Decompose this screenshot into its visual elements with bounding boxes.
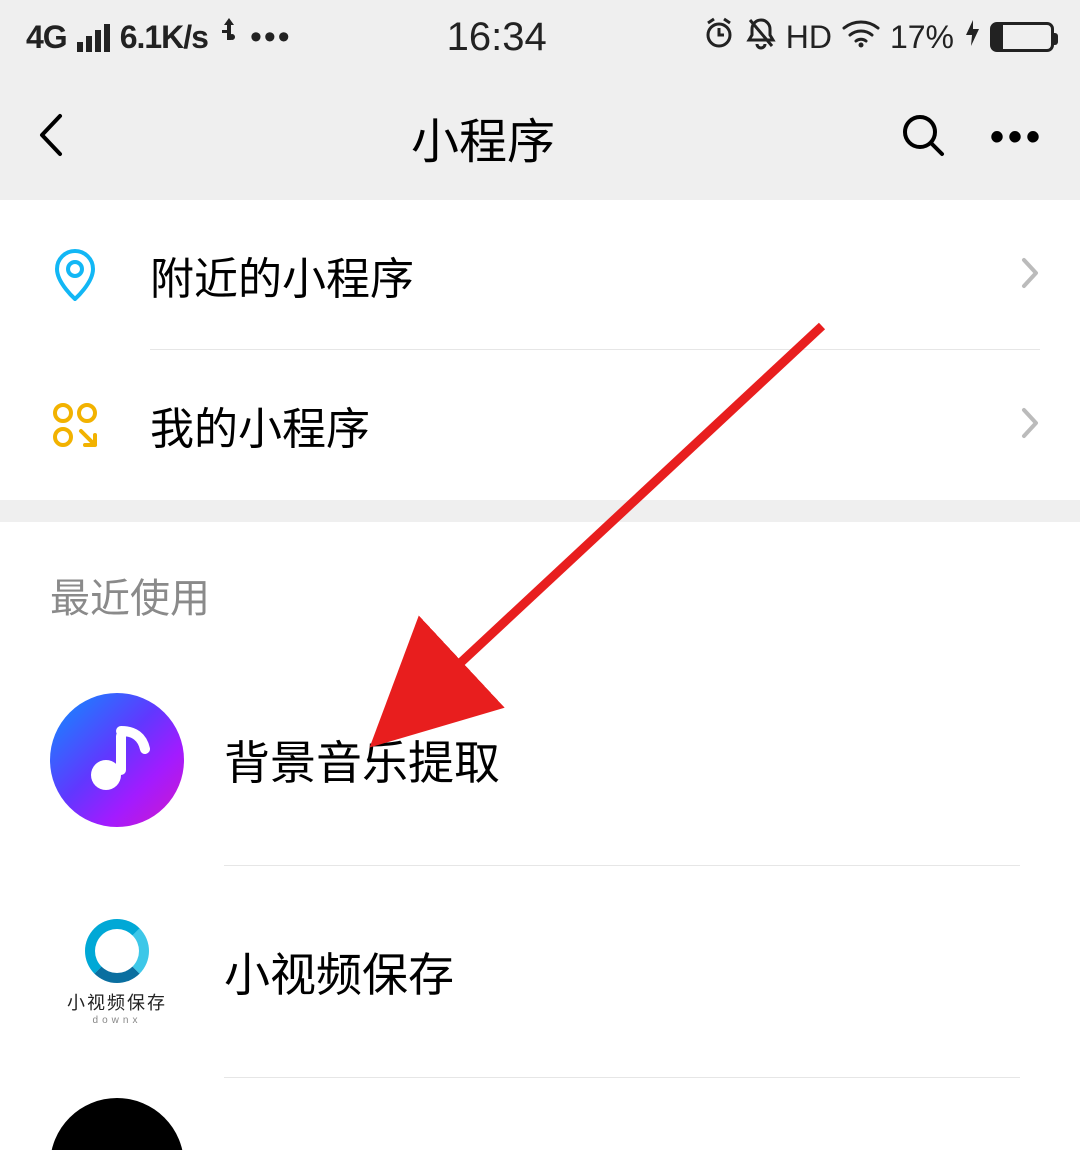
more-button[interactable]: •••	[990, 115, 1044, 160]
app-item-partial[interactable]	[0, 1078, 1080, 1150]
app-item-video[interactable]: 小视频保存 downx 小视频保存	[0, 866, 1080, 1078]
chevron-right-icon	[1020, 406, 1040, 445]
app-label: 背景音乐提取	[224, 727, 500, 793]
usb-icon	[218, 16, 240, 58]
app-label: 小视频保存	[224, 939, 454, 1005]
status-left: 4G 6.1K/s •••	[26, 16, 292, 58]
menu-label: 附近的小程序	[150, 243, 1020, 307]
my-programs-icon	[50, 400, 100, 450]
status-time: 16:34	[447, 15, 547, 60]
nav-bar: 小程序 •••	[0, 74, 1080, 200]
recent-header: 最近使用	[0, 522, 1080, 654]
section-gap	[0, 500, 1080, 522]
battery-pct: 17%	[890, 19, 954, 56]
page-title: 小程序	[411, 102, 555, 172]
network-label: 4G	[26, 19, 67, 56]
menu-nearby[interactable]: 附近的小程序	[0, 200, 1080, 350]
alarm-icon	[702, 16, 736, 58]
status-bar: 4G 6.1K/s ••• 16:34 HD 17%	[0, 0, 1080, 74]
top-menu: 附近的小程序 我的小程序	[0, 200, 1080, 500]
menu-mine[interactable]: 我的小程序	[0, 350, 1080, 500]
location-icon	[50, 250, 100, 300]
chevron-right-icon	[1020, 256, 1040, 295]
search-button[interactable]	[900, 112, 946, 163]
more-icon: •••	[250, 18, 292, 57]
app-item-music[interactable]: 背景音乐提取	[0, 654, 1080, 866]
music-icon	[50, 693, 184, 827]
wifi-icon	[842, 18, 880, 56]
video-save-icon: 小视频保存 downx	[50, 905, 184, 1039]
back-button[interactable]	[36, 110, 66, 165]
menu-label: 我的小程序	[150, 393, 1020, 457]
mute-icon	[746, 16, 776, 58]
status-right: HD 17%	[702, 16, 1054, 58]
app-icon	[50, 1098, 184, 1150]
charging-icon	[964, 18, 980, 56]
network-speed: 6.1K/s	[120, 19, 208, 56]
recent-section: 最近使用 背景音乐提取 小视频保存 downx 小视频保存	[0, 522, 1080, 1150]
signal-icon	[77, 22, 110, 52]
battery-icon	[990, 22, 1054, 52]
hd-label: HD	[786, 19, 832, 56]
